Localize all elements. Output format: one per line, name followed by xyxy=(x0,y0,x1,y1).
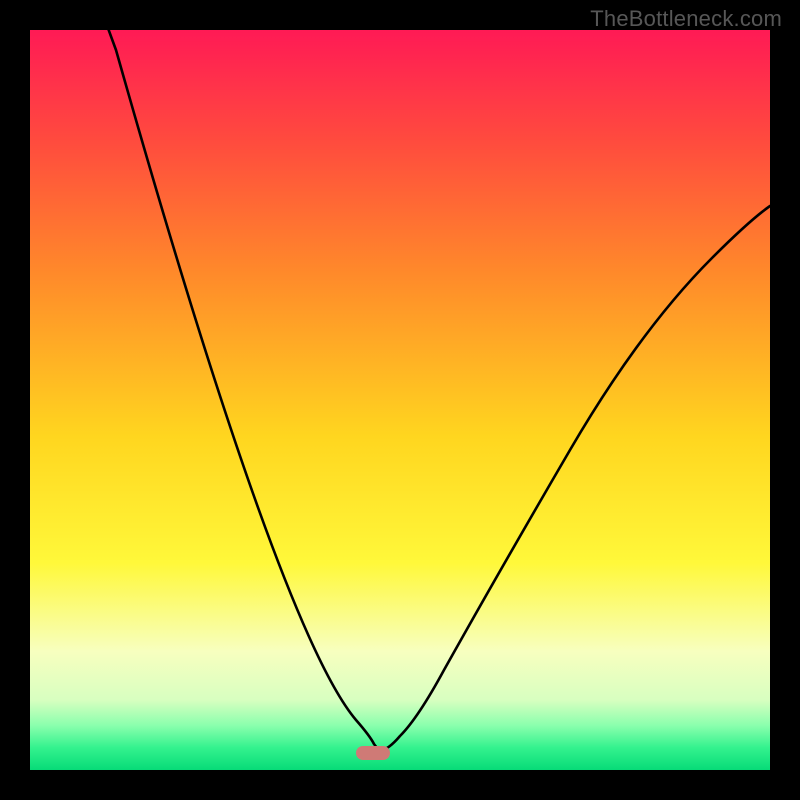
watermark-text: TheBottleneck.com xyxy=(590,6,782,32)
plot-area xyxy=(30,30,770,770)
bottleneck-curve xyxy=(30,30,770,770)
chart-frame: TheBottleneck.com xyxy=(0,0,800,800)
curve-path xyxy=(105,30,770,750)
optimum-marker xyxy=(356,746,390,760)
